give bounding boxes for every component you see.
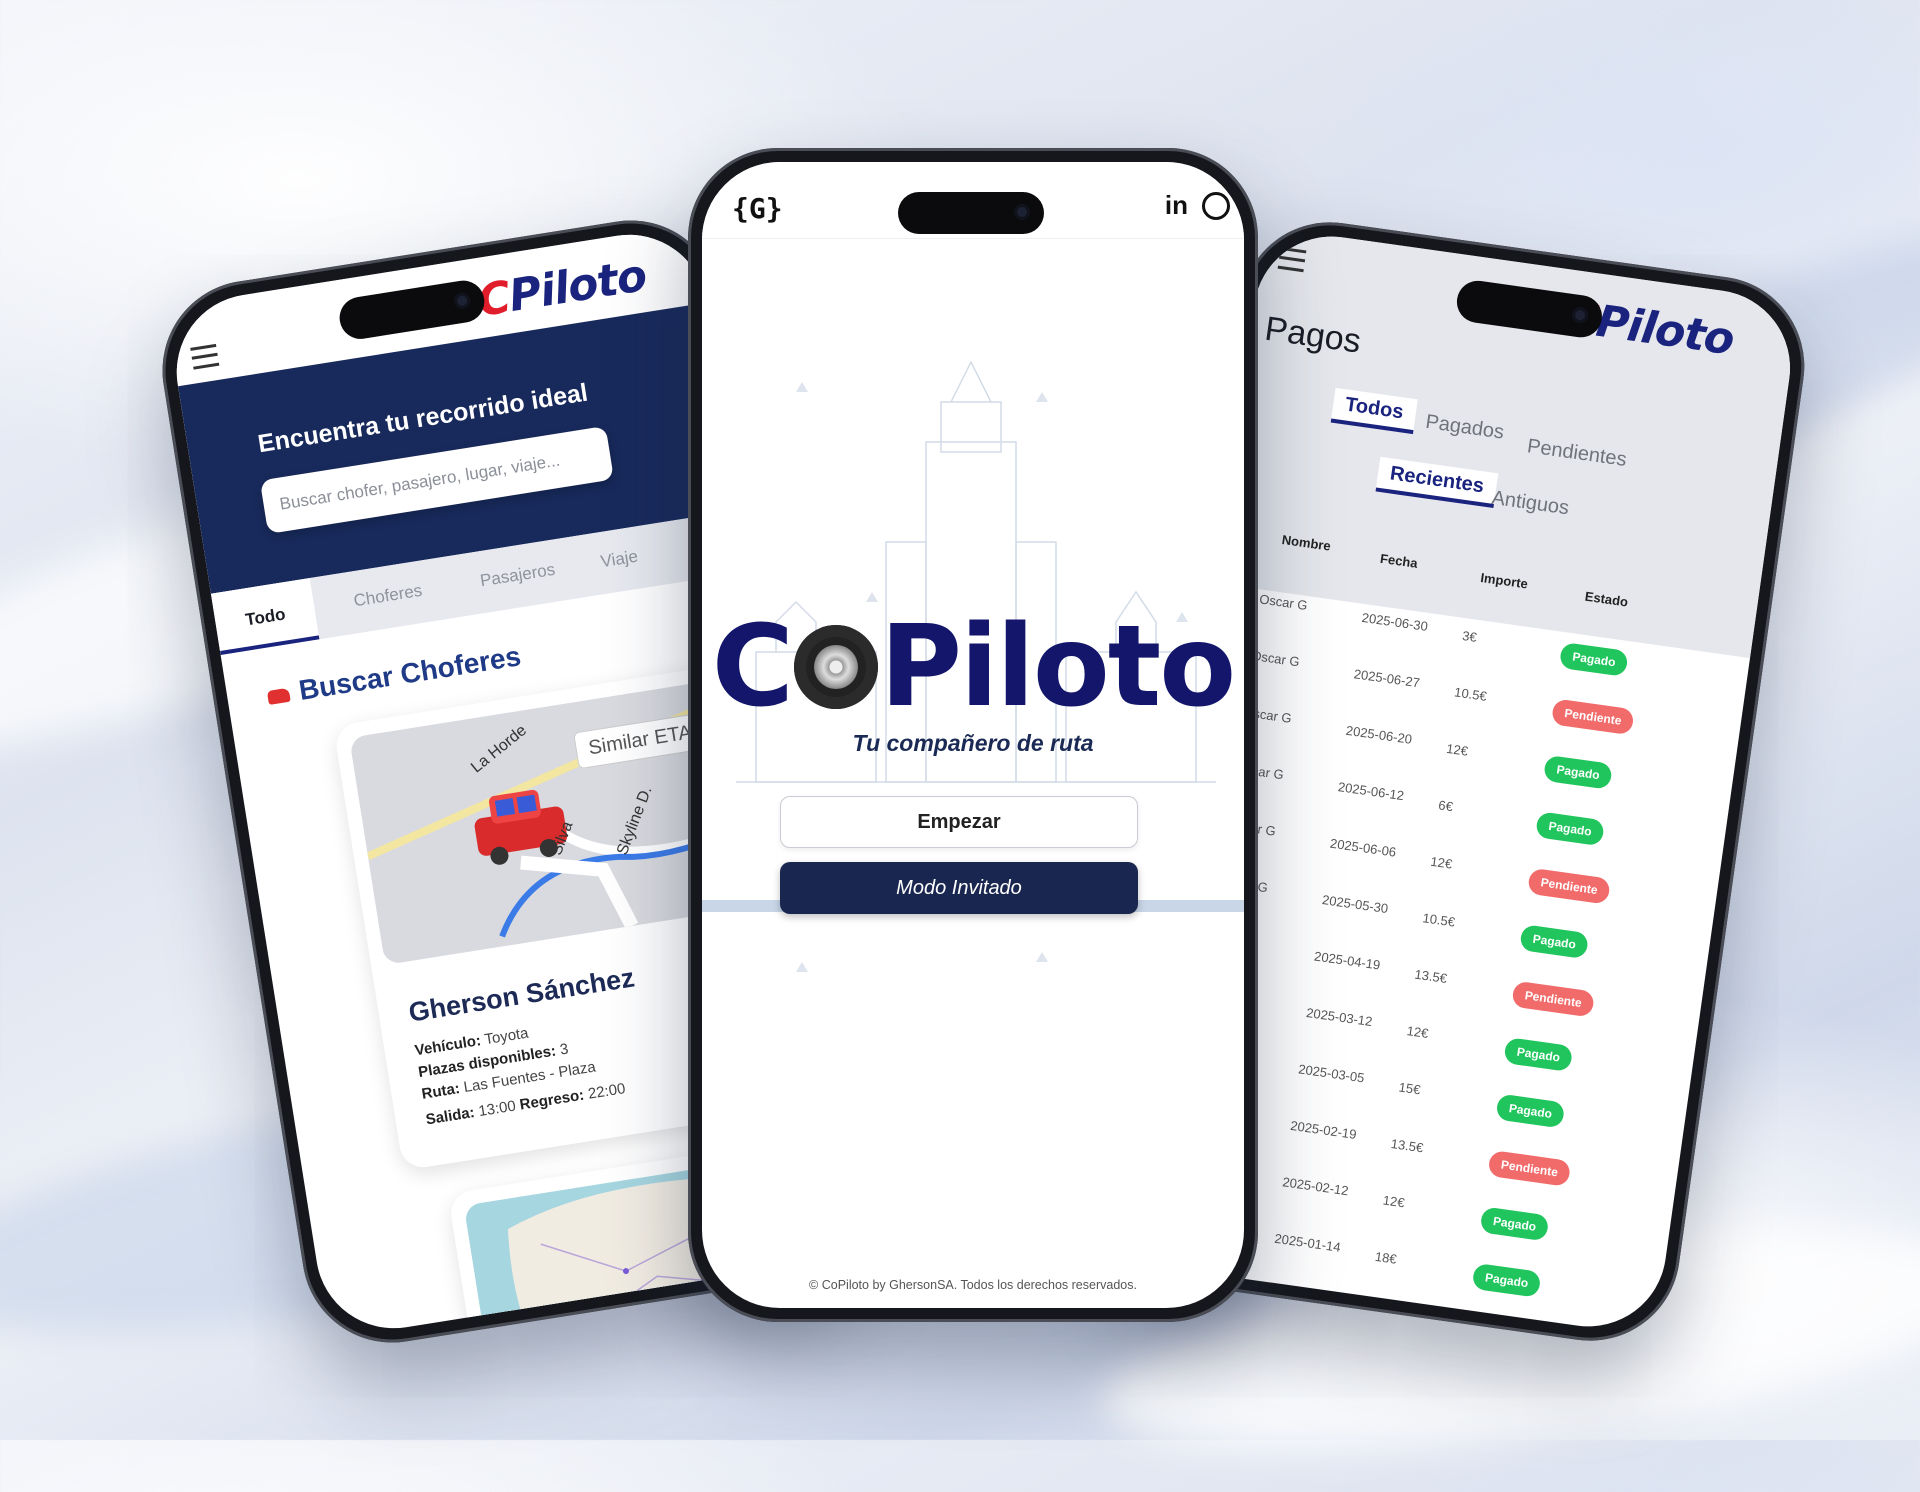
payment-amount: 18€ bbox=[1374, 1248, 1398, 1267]
payment-date: 2025-01-14 bbox=[1273, 1230, 1342, 1255]
tagline: Tu compañero de ruta bbox=[852, 730, 1094, 756]
payment-amount: 12€ bbox=[1381, 1192, 1406, 1211]
status-badge: Pagado bbox=[1558, 641, 1630, 678]
copyright-footer: © CoPiloto by GhersonSA. Todos los derec… bbox=[809, 1278, 1137, 1292]
start-button[interactable]: Empezar bbox=[780, 796, 1138, 848]
phone-welcome: {G} in C Piloto Tu compañero de ruta Emp… bbox=[688, 148, 1258, 1322]
welcome-screen: {G} in C Piloto Tu compañero de ruta Emp… bbox=[702, 162, 1244, 1308]
payment-amount: 13.5€ bbox=[1413, 966, 1449, 987]
status-badge: Pagado bbox=[1519, 924, 1590, 960]
payment-amount: 6€ bbox=[1437, 797, 1454, 815]
driver-name: Gherson Sánchez bbox=[406, 962, 637, 1028]
payment-amount: 3€ bbox=[1461, 627, 1478, 645]
tab-choferes[interactable]: Choferes bbox=[352, 581, 423, 612]
svg-text:La Horde: La Horde bbox=[468, 722, 530, 777]
payment-date: 2025-06-12 bbox=[1337, 779, 1406, 804]
payment-date: 2025-02-12 bbox=[1281, 1174, 1350, 1199]
status-badge: Pagado bbox=[1495, 1093, 1566, 1129]
status-badge: Pagado bbox=[1471, 1262, 1542, 1298]
developer-logo[interactable]: {G} bbox=[732, 192, 783, 225]
dynamic-island bbox=[898, 192, 1044, 234]
status-badge: Pagado bbox=[1542, 754, 1614, 790]
payment-date: 2025-05-30 bbox=[1321, 892, 1390, 917]
tab-pasajeros[interactable]: Pasajeros bbox=[479, 560, 557, 592]
status-badge: Pendiente bbox=[1527, 867, 1612, 905]
tab-viajes[interactable]: Viaje bbox=[599, 547, 639, 573]
payment-amount: 10.5€ bbox=[1421, 910, 1456, 930]
status-badge: Pendiente bbox=[1511, 980, 1596, 1018]
payment-date: 2025-03-12 bbox=[1305, 1004, 1374, 1030]
payment-amount: 12€ bbox=[1429, 853, 1454, 872]
linkedin-icon[interactable]: in bbox=[1165, 190, 1188, 221]
status-badge: Pagado bbox=[1503, 1037, 1574, 1073]
payment-amount: 10.5€ bbox=[1453, 684, 1488, 704]
car-icon bbox=[266, 687, 291, 705]
payment-amount: 12€ bbox=[1405, 1023, 1430, 1041]
status-badge: Pagado bbox=[1479, 1206, 1550, 1242]
status-badge: Pagado bbox=[1535, 811, 1606, 847]
copiloto-logo: C Piloto bbox=[711, 602, 1237, 732]
payment-date: 2025-06-06 bbox=[1329, 835, 1398, 860]
menu-icon[interactable] bbox=[190, 343, 220, 370]
payment-date: 2025-06-30 bbox=[1360, 609, 1429, 634]
payment-amount: 12€ bbox=[1445, 740, 1470, 759]
payment-date: 2025-03-05 bbox=[1297, 1061, 1366, 1086]
status-badge: Pendiente bbox=[1550, 698, 1636, 736]
github-icon[interactable] bbox=[1202, 192, 1230, 220]
payment-date: 2025-06-27 bbox=[1352, 666, 1421, 691]
status-badge: Pendiente bbox=[1487, 1149, 1572, 1187]
wheel-icon bbox=[793, 625, 878, 709]
payment-date: 2025-02-19 bbox=[1289, 1117, 1358, 1142]
search-placeholder: Buscar chofer, pasajero, lugar, viaje... bbox=[278, 450, 562, 514]
payer-name: Oscar G bbox=[1250, 647, 1301, 670]
payment-date: 2025-04-19 bbox=[1313, 948, 1382, 973]
payment-amount: 15€ bbox=[1397, 1079, 1422, 1098]
menu-icon[interactable] bbox=[1277, 246, 1307, 273]
guest-mode-button[interactable]: Modo Invitado bbox=[780, 862, 1138, 914]
payment-amount: 13.5€ bbox=[1389, 1135, 1425, 1156]
payment-date: 2025-06-20 bbox=[1344, 722, 1413, 747]
